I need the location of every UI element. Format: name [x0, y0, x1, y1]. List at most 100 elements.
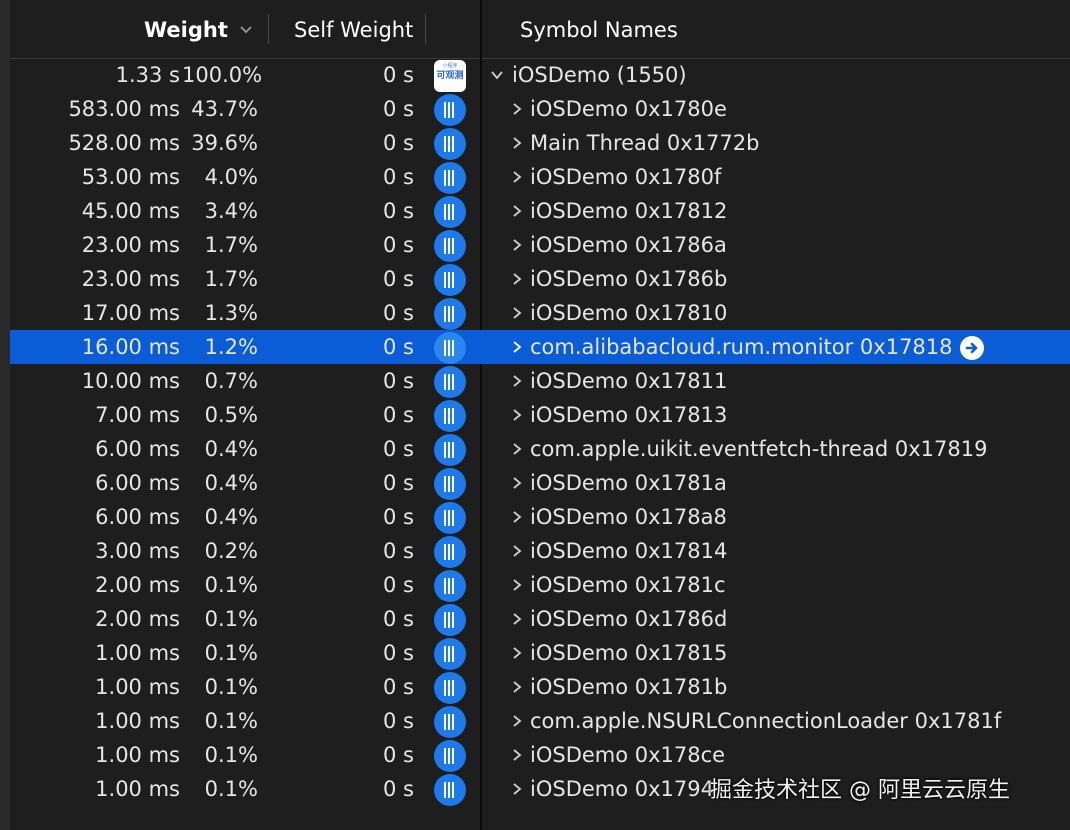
column-separator[interactable] [425, 14, 426, 44]
table-row[interactable]: 7.00 ms 0.5% 0 s iOSDemo 0x17813 [10, 398, 1070, 432]
chevron-right-icon[interactable] [510, 714, 524, 728]
chevron-right-icon[interactable] [510, 340, 524, 354]
chevron-right-icon[interactable] [510, 510, 524, 524]
table-row[interactable]: 17.00 ms 1.3% 0 s iOSDemo 0x17810 [10, 296, 1070, 330]
thread-icon [434, 774, 466, 806]
table-row[interactable]: 10.00 ms 0.7% 0 s iOSDemo 0x17811 [10, 364, 1070, 398]
symbol-name: iOSDemo 0x178a8 [530, 505, 727, 529]
chevron-down-icon[interactable] [490, 68, 504, 82]
table-row-selected[interactable]: 16.00 ms 1.2% 0 s com.alibabacloud.rum.m… [10, 330, 1070, 364]
table-row[interactable]: 1.00 ms 0.1% 0 s iOSDemo 0x17815 [10, 636, 1070, 670]
symbol-name: iOSDemo (1550) [512, 63, 687, 87]
table-row[interactable]: 23.00 ms 1.7% 0 s iOSDemo 0x1786b [10, 262, 1070, 296]
weight-value: 1.00 ms [95, 777, 180, 801]
app-icon-label: 可观测 [436, 71, 464, 81]
thread-icon [434, 502, 466, 534]
table-row[interactable]: 1.00 ms 0.1% 0 s iOSDemo 0x178ce [10, 738, 1070, 772]
self-weight-value: 0 s [383, 97, 414, 121]
weight-percent: 1.2% [204, 335, 258, 359]
self-weight-value: 0 s [383, 777, 414, 801]
sort-chevron-down-icon[interactable] [238, 22, 254, 38]
thread-icon [434, 468, 466, 500]
symbol-name: iOSDemo 0x1780f [530, 165, 722, 189]
symbol-name: Main Thread 0x1772b [530, 131, 760, 155]
symbol-name: iOSDemo 0x1781a [530, 471, 727, 495]
chevron-right-icon[interactable] [510, 544, 524, 558]
chevron-right-icon[interactable] [510, 476, 524, 490]
symbol-name: iOSDemo 0x1786d [530, 607, 728, 631]
chevron-right-icon[interactable] [510, 102, 524, 116]
symbol-name: iOSDemo 0x17812 [530, 199, 728, 223]
weight-value: 16.00 ms [81, 335, 180, 359]
chevron-right-icon[interactable] [510, 748, 524, 762]
symbol-name: iOSDemo 0x17813 [530, 403, 728, 427]
chevron-right-icon[interactable] [510, 646, 524, 660]
table-row[interactable]: 6.00 ms 0.4% 0 s iOSDemo 0x1781a [10, 466, 1070, 500]
weight-value: 1.00 ms [95, 641, 180, 665]
symbol-name: iOSDemo 0x1786b [530, 267, 728, 291]
window-left-edge [0, 0, 10, 830]
weight-value: 583.00 ms [68, 97, 180, 121]
thread-icon [434, 94, 466, 126]
weight-value: 6.00 ms [95, 505, 180, 529]
table-row[interactable]: 1.00 ms 0.1% 0 s com.apple.NSURLConnecti… [10, 704, 1070, 738]
weight-value: 10.00 ms [81, 369, 180, 393]
self-weight-value: 0 s [383, 199, 414, 223]
self-weight-value: 0 s [383, 369, 414, 393]
chevron-right-icon[interactable] [510, 272, 524, 286]
table-row[interactable]: 528.00 ms 39.6% 0 s Main Thread 0x1772b [10, 126, 1070, 160]
weight-percent: 0.1% [204, 607, 258, 631]
table-row[interactable]: 2.00 ms 0.1% 0 s iOSDemo 0x1786d [10, 602, 1070, 636]
weight-percent: 1.7% [204, 233, 258, 257]
chevron-right-icon[interactable] [510, 374, 524, 388]
chevron-right-icon[interactable] [510, 680, 524, 694]
symbol-name: com.apple.NSURLConnectionLoader 0x1781f [530, 709, 1002, 733]
weight-percent: 4.0% [204, 165, 258, 189]
weight-percent: 1.7% [204, 267, 258, 291]
symbol-name: iOSDemo 0x17815 [530, 641, 728, 665]
table-row[interactable]: 23.00 ms 1.7% 0 s iOSDemo 0x1786a [10, 228, 1070, 262]
table-row[interactable]: 2.00 ms 0.1% 0 s iOSDemo 0x1781c [10, 568, 1070, 602]
chevron-right-icon[interactable] [510, 408, 524, 422]
table-row[interactable]: 1.00 ms 0.1% 0 s iOSDemo 0x1781b [10, 670, 1070, 704]
self-weight-value: 0 s [383, 335, 414, 359]
column-separator[interactable] [268, 14, 269, 44]
symbol-name: iOSDemo 0x1780e [530, 97, 727, 121]
weight-percent: 1.3% [204, 301, 258, 325]
symbol-name: iOSDemo 0x1786a [530, 233, 727, 257]
weight-percent: 39.6% [191, 131, 258, 155]
weight-column-header[interactable]: Weight [144, 17, 228, 43]
weight-value: 1.00 ms [95, 709, 180, 733]
weight-value: 6.00 ms [95, 437, 180, 461]
chevron-right-icon[interactable] [510, 204, 524, 218]
chevron-right-icon[interactable] [510, 782, 524, 796]
self-weight-value: 0 s [383, 63, 414, 87]
go-arrow-icon[interactable] [960, 336, 984, 360]
app-icon-caption: 小程序 [442, 63, 458, 69]
chevron-right-icon[interactable] [510, 238, 524, 252]
chevron-right-icon[interactable] [510, 136, 524, 150]
weight-value: 1.33 s [115, 63, 180, 87]
watermark-text: 掘金技术社区 @ 阿里云云原生 [710, 778, 1010, 803]
self-weight-value: 0 s [383, 743, 414, 767]
self-weight-value: 0 s [383, 403, 414, 427]
self-weight-column-header[interactable]: Self Weight [294, 17, 413, 43]
table-row[interactable]: 3.00 ms 0.2% 0 s iOSDemo 0x17814 [10, 534, 1070, 568]
table-row[interactable]: 583.00 ms 43.7% 0 s iOSDemo 0x1780e [10, 92, 1070, 126]
table-row[interactable]: 1.33 s 100.0% 0 s 小程序 可观测 iOSDemo (1550) [10, 58, 1070, 92]
symbol-names-column-header[interactable]: Symbol Names [520, 17, 678, 43]
chevron-right-icon[interactable] [510, 578, 524, 592]
chevron-right-icon[interactable] [510, 612, 524, 626]
weight-percent: 0.1% [204, 743, 258, 767]
table-row[interactable]: 45.00 ms 3.4% 0 s iOSDemo 0x17812 [10, 194, 1070, 228]
chevron-right-icon[interactable] [510, 170, 524, 184]
table-row[interactable]: 6.00 ms 0.4% 0 s com.apple.uikit.eventfe… [10, 432, 1070, 466]
table-row[interactable]: 53.00 ms 4.0% 0 s iOSDemo 0x1780f [10, 160, 1070, 194]
thread-icon [434, 230, 466, 262]
chevron-right-icon[interactable] [510, 306, 524, 320]
symbol-name: iOSDemo 0x17810 [530, 301, 728, 325]
thread-icon [434, 332, 466, 364]
table-row[interactable]: 6.00 ms 0.4% 0 s iOSDemo 0x178a8 [10, 500, 1070, 534]
thread-icon [434, 298, 466, 330]
chevron-right-icon[interactable] [510, 442, 524, 456]
